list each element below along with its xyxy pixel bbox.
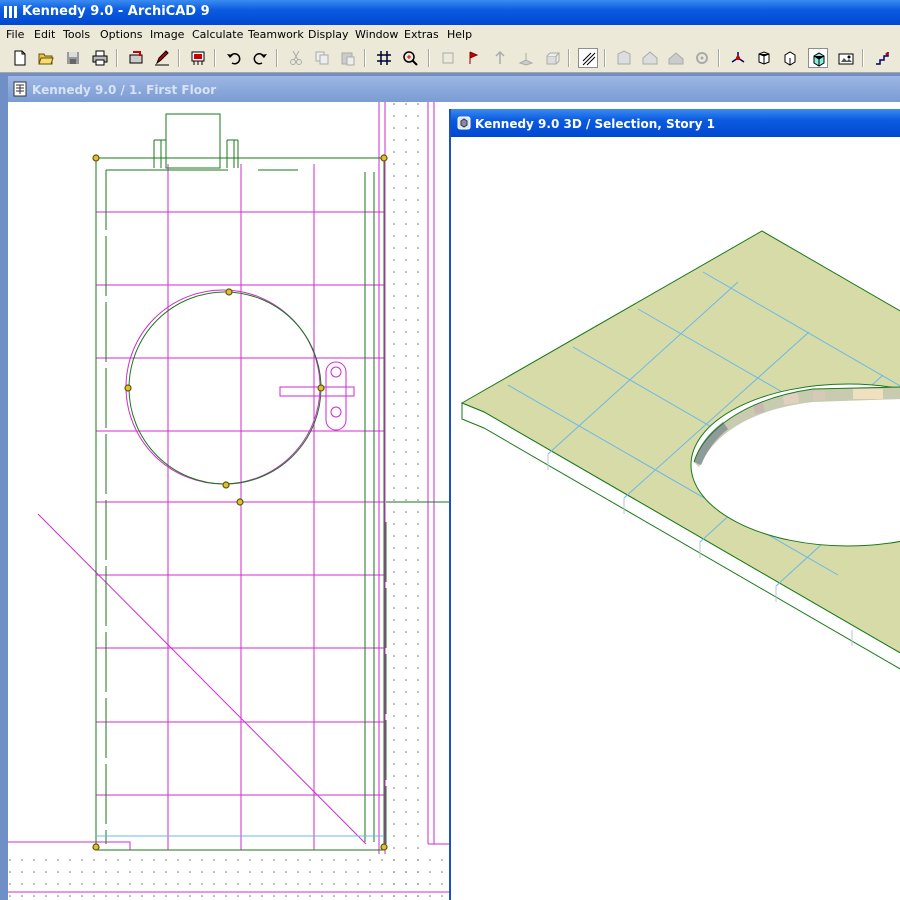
roof-icon[interactable] [666,48,686,68]
menu-tools[interactable]: Tools [63,28,90,41]
toolbar-separator [116,49,118,67]
toolbar-separator [862,49,864,67]
photo-icon[interactable] [836,48,856,68]
wall-tool-icon[interactable] [578,48,598,68]
redo-icon[interactable] [250,48,270,68]
3d-doc-icon [457,116,471,130]
toolbar-separator [718,49,720,67]
toolbar-separator [364,49,366,67]
menu-file[interactable]: File [6,28,24,41]
menu-extras[interactable]: Extras [404,28,439,41]
menu-bar: File Edit Tools Options Image Calculate … [0,25,900,44]
toolbar-separator [178,49,180,67]
menu-calculate[interactable]: Calculate [192,28,243,41]
save-icon[interactable] [63,48,83,68]
paste-icon[interactable] [338,48,358,68]
toolbar-separator [604,49,606,67]
menu-image[interactable]: Image [150,28,184,41]
menu-teamwork[interactable]: Teamwork [248,28,304,41]
3d-window-titlebar[interactable]: Kennedy 9.0 3D / Selection, Story 1 [451,109,900,137]
magic-wand-icon[interactable] [400,48,420,68]
app-titlebar: Kennedy 9.0 - ArchiCAD 9 [0,0,900,25]
3d-view-canvas[interactable] [453,137,900,900]
floor-plan-icon[interactable] [438,48,458,68]
layers-icon[interactable] [188,48,208,68]
plot-icon[interactable] [126,48,146,68]
section-icon[interactable] [490,48,510,68]
gear-icon[interactable] [692,48,712,68]
3d-object-icon[interactable] [754,48,774,68]
story-icon[interactable] [614,48,634,68]
menu-help[interactable]: Help [447,28,472,41]
print-icon[interactable] [90,48,110,68]
open-folder-icon[interactable] [36,48,56,68]
floor-plan-titlebar[interactable]: Kennedy 9.0 / 1. First Floor [8,76,900,102]
3d-window-title: Kennedy 9.0 3D / Selection, Story 1 [475,117,715,131]
floor-plan-doc-icon [13,81,27,97]
toolbar-separator [276,49,278,67]
copy-icon[interactable] [312,48,332,68]
3d-axon-icon[interactable] [516,48,536,68]
toolbar-separator [568,49,570,67]
app-title: Kennedy 9.0 - ArchiCAD 9 [22,4,210,19]
archicad-logo-icon [4,6,17,18]
new-file-icon[interactable] [10,48,30,68]
standard-toolbar [0,44,900,73]
3d-slab-model [460,230,900,670]
menu-window[interactable]: Window [355,28,398,41]
3d-box-icon[interactable] [780,48,800,68]
menu-edit[interactable]: Edit [34,28,55,41]
handle-fixture [279,361,355,431]
3d-axes-icon[interactable] [728,48,748,68]
menu-display[interactable]: Display [308,28,349,41]
grid-lines [96,164,384,850]
floor-plan-title: Kennedy 9.0 / 1. First Floor [32,83,217,97]
stairs-icon[interactable] [872,48,892,68]
undo-icon[interactable] [224,48,244,68]
cut-icon[interactable] [286,48,306,68]
toolbar-separator [214,49,216,67]
ground-hatch [386,102,428,900]
entry-block [153,113,239,169]
grid-icon[interactable] [374,48,394,68]
elevation-icon[interactable] [464,48,484,68]
ground-hatch [8,852,452,900]
house-icon[interactable] [640,48,660,68]
toolbar-separator [428,49,430,67]
3d-window[interactable]: Kennedy 9.0 3D / Selection, Story 1 [449,109,900,900]
menu-options[interactable]: Options [100,28,142,41]
pen-icon[interactable] [152,48,172,68]
3d-window-icon[interactable] [808,48,828,68]
3d-persp-icon[interactable] [542,48,562,68]
